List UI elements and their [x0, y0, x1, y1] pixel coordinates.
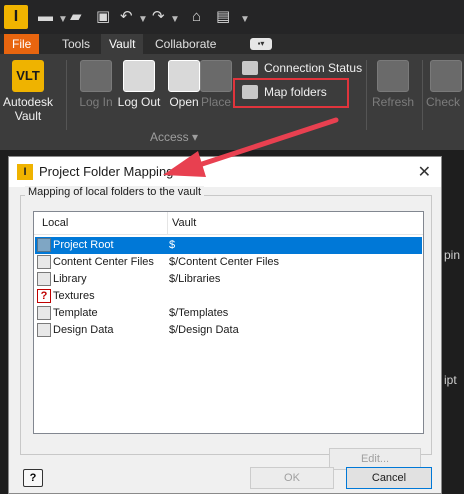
new-file-icon[interactable]: ▬ [38, 7, 53, 27]
column-header-vault[interactable]: Vault [168, 212, 368, 234]
open-folder-icon[interactable]: ▰ [70, 7, 82, 27]
project-folder-mapping-dialog: I Project Folder Mapping ✕ Mapping of lo… [8, 156, 442, 494]
group-caption: Mapping of local folders to the vault [25, 186, 205, 198]
connection-status-button[interactable]: Connection Status [242, 58, 362, 78]
folder-mapping-list[interactable]: Local Vault Project Root $ Content Cente… [33, 211, 424, 434]
table-row[interactable]: Content Center Files $/Content Center Fi… [35, 254, 422, 271]
ribbon-tabs: File Tools Vault Collaborate [0, 34, 464, 54]
dialog-title-bar[interactable]: I Project Folder Mapping ✕ [9, 157, 441, 187]
vault-panel: VLT Autodesk Vault Log In Log Out Open P… [0, 54, 464, 150]
redo-icon[interactable]: ↷ [152, 7, 165, 27]
access-group-label[interactable]: Access ▾ [150, 130, 198, 144]
folder-icon [37, 238, 51, 252]
customize-qat-icon[interactable]: ▼ [240, 10, 250, 30]
library-icon [37, 272, 51, 286]
table-row[interactable]: ? Textures [35, 288, 422, 305]
library-icon [37, 323, 51, 337]
panel-separator [422, 60, 423, 130]
table-row[interactable]: Project Root $ [35, 237, 422, 254]
library-icon [37, 255, 51, 269]
background-text: pin [444, 248, 461, 262]
table-row[interactable]: Template $/Templates [35, 305, 422, 322]
background-text: ipt [444, 373, 457, 387]
dialog-title: Project Folder Mapping [39, 164, 174, 179]
vault-logo-icon: VLT [12, 60, 44, 92]
autodesk-vault-button[interactable]: VLT Autodesk Vault [0, 58, 56, 128]
cancel-button[interactable]: Cancel [346, 467, 432, 489]
close-icon[interactable]: ✕ [418, 162, 431, 182]
missing-icon: ? [37, 289, 51, 303]
tab-tools[interactable]: Tools [54, 34, 98, 54]
home-icon[interactable]: ⌂ [192, 7, 201, 27]
table-row[interactable]: Library $/Libraries [35, 271, 422, 288]
map-folders-highlight [233, 78, 349, 108]
column-header-local[interactable]: Local [38, 212, 167, 234]
undo-dropdown-icon[interactable]: ▼ [138, 10, 148, 30]
check-in-button[interactable]: Check [426, 58, 464, 128]
tab-vault[interactable]: Vault [101, 34, 144, 54]
undo-icon[interactable]: ↶ [120, 7, 133, 27]
tab-collaborate[interactable]: Collaborate [147, 34, 224, 54]
save-icon[interactable]: ▣ [96, 7, 110, 27]
safe-icon [80, 60, 112, 92]
dropdown-icon[interactable]: ▼ [58, 10, 68, 30]
table-row[interactable]: Design Data $/Design Data [35, 322, 422, 339]
header-divider [34, 234, 423, 235]
panel-visibility-icon[interactable]: ▪▾ [250, 38, 272, 50]
refresh-button[interactable]: Refresh [368, 58, 418, 128]
panel-separator [66, 60, 67, 130]
locked-safe-icon [123, 60, 155, 92]
place-button[interactable]: Place [196, 58, 236, 128]
quick-access-toolbar: I ▬ ▼ ▰ ▣ ↶ ▼ ↷ ▼ ⌂ ▤ ▼ [0, 0, 464, 34]
connection-status-icon [242, 61, 258, 75]
refresh-icon [377, 60, 409, 92]
library-icon [37, 306, 51, 320]
ribbon: I ▬ ▼ ▰ ▣ ↶ ▼ ↷ ▼ ⌂ ▤ ▼ File Tools Vault… [0, 0, 464, 150]
help-icon[interactable]: ? [23, 469, 43, 487]
app-icon[interactable]: I [4, 5, 28, 29]
inventor-app-icon: I [17, 164, 33, 180]
ok-button[interactable]: OK [250, 467, 334, 489]
project-icon[interactable]: ▤ [216, 7, 230, 27]
check-in-icon [430, 60, 462, 92]
redo-dropdown-icon[interactable]: ▼ [170, 10, 180, 30]
place-icon [200, 60, 232, 92]
panel-separator [366, 60, 367, 130]
tab-file[interactable]: File [4, 34, 40, 54]
